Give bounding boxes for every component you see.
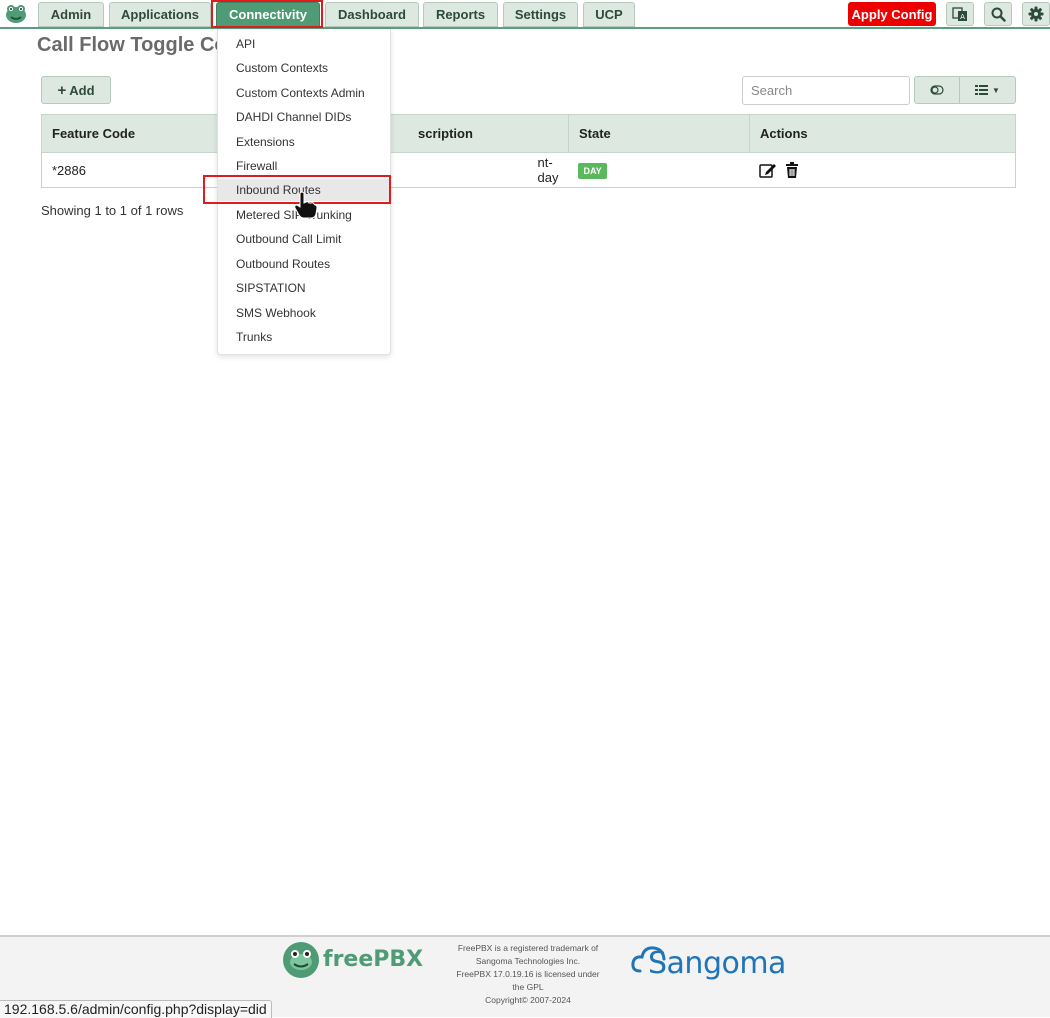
state-badge[interactable]: DAY <box>578 162 607 179</box>
add-button[interactable]: + Add <box>41 76 111 104</box>
hand-cursor-icon <box>294 191 318 219</box>
trash-icon[interactable] <box>785 162 799 179</box>
footer-line: Sangoma Technologies Inc. <box>475 956 581 966</box>
search-button[interactable] <box>984 2 1012 26</box>
columns-dropdown-button[interactable]: ▼ <box>959 76 1016 104</box>
nav-tab-dashboard[interactable]: Dashboard <box>325 2 419 27</box>
toggle-columns-button[interactable] <box>914 76 960 104</box>
freepbx-wordmark[interactable]: freePBX <box>323 947 423 972</box>
menu-item-outbound-call-limit[interactable]: Outbound Call Limit <box>218 228 390 250</box>
freepbx-logo-icon[interactable] <box>4 3 28 25</box>
footer-line: the GPL <box>512 982 544 992</box>
menu-item-api[interactable]: API <box>218 33 390 55</box>
search-icon <box>991 7 1006 22</box>
nav-tab-settings[interactable]: Settings <box>503 2 578 27</box>
footer-legal-text: FreePBX is a registered trademark of San… <box>448 942 608 1007</box>
column-header-feature-code[interactable]: Feature Code <box>41 114 218 153</box>
apply-config-button[interactable]: Apply Config <box>848 2 936 26</box>
menu-item-custom-contexts-admin[interactable]: Custom Contexts Admin <box>218 82 390 104</box>
translate-icon: A <box>952 7 967 21</box>
menu-item-outbound-routes[interactable]: Outbound Routes <box>218 253 390 275</box>
menu-item-trunks[interactable]: Trunks <box>218 326 390 348</box>
menu-item-extensions[interactable]: Extensions <box>218 131 390 153</box>
nav-tab-connectivity[interactable]: Connectivity <box>216 2 320 27</box>
list-icon <box>975 85 989 95</box>
nav-tab-applications[interactable]: Applications <box>109 2 211 27</box>
top-nav-bar: Admin Applications Connectivity Dashboar… <box>0 0 1050 29</box>
settings-button[interactable] <box>1022 2 1050 26</box>
feature-code-cell: *2886 <box>41 152 218 188</box>
gear-icon <box>1028 6 1044 22</box>
browser-status-url: 192.168.5.6/admin/config.php?display=did <box>0 1000 272 1018</box>
state-cell: DAY <box>568 152 750 188</box>
page-title: Call Flow Toggle Co <box>37 34 227 56</box>
sangoma-wordmark[interactable]: Sangoma <box>648 946 786 981</box>
table-header-row: Feature Code scription State Actions <box>41 114 1017 153</box>
pagination-info: Showing 1 to 1 of 1 rows <box>41 203 184 218</box>
edit-icon[interactable] <box>759 162 777 179</box>
nav-tab-reports[interactable]: Reports <box>423 2 498 27</box>
table-row: *2886 nt-day DAY <box>41 152 1017 188</box>
column-header-actions: Actions <box>748 114 1017 153</box>
nav-tab-ucp[interactable]: UCP <box>583 2 635 27</box>
footer-line: FreePBX 17.0.19.16 is licensed under <box>456 969 600 979</box>
caret-down-icon: ▼ <box>992 85 1000 95</box>
plus-icon: + <box>57 81 67 99</box>
freepbx-footer-logo-icon <box>283 942 319 978</box>
menu-item-firewall[interactable]: Firewall <box>218 155 390 177</box>
menu-item-sms-webhook[interactable]: SMS Webhook <box>218 302 390 324</box>
menu-item-sipstation[interactable]: SIPSTATION <box>218 277 390 299</box>
language-button[interactable]: A <box>946 2 974 26</box>
nav-tab-admin[interactable]: Admin <box>38 2 104 27</box>
menu-item-dahdi-channel-dids[interactable]: DAHDI Channel DIDs <box>218 106 390 128</box>
footer-line: FreePBX is a registered trademark of <box>457 943 599 953</box>
footer-line: Copyright© 2007-2024 <box>485 995 571 1005</box>
column-header-state[interactable]: State <box>567 114 750 153</box>
toggle-icon <box>930 85 944 95</box>
add-button-label: Add <box>69 82 95 98</box>
svg-text:A: A <box>960 13 965 21</box>
actions-cell <box>749 152 1017 188</box>
menu-item-custom-contexts[interactable]: Custom Contexts <box>218 57 390 79</box>
search-input[interactable] <box>742 76 910 105</box>
feature-codes-table: Feature Code scription State Actions *28… <box>41 114 1017 188</box>
